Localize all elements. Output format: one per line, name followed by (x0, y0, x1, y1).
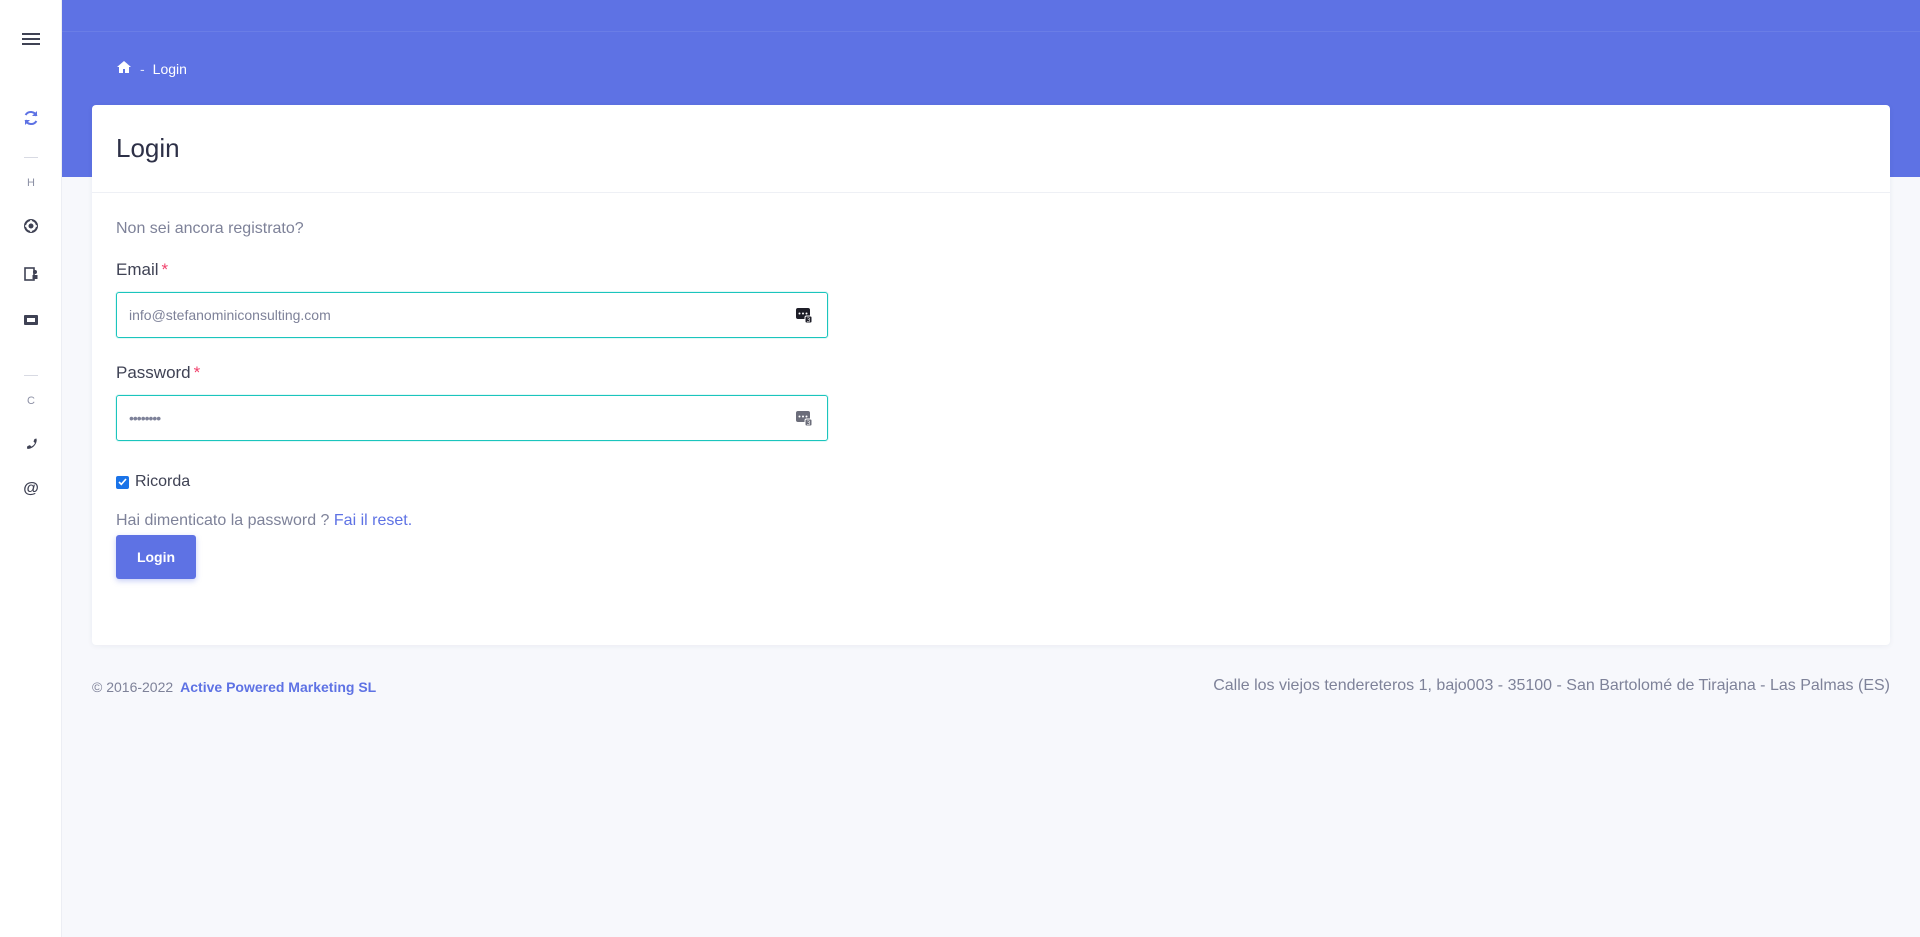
password-field[interactable] (117, 396, 757, 440)
reset-password-link[interactable]: Fai il reset. (334, 512, 412, 529)
email-label: Email * (116, 260, 168, 280)
header-divider (62, 31, 1920, 32)
svg-text:3: 3 (807, 420, 811, 427)
email-label-text: Email (116, 260, 159, 279)
password-label-text: Password (116, 363, 191, 382)
email-field[interactable] (117, 293, 757, 337)
menu-icon[interactable] (0, 28, 62, 50)
register-prompt[interactable]: Non sei ancora registrato? (116, 220, 304, 238)
password-manager-icon[interactable]: 3 (795, 306, 813, 324)
forgot-password-prompt: Hai dimenticato la password ? (116, 512, 330, 529)
ticket-icon[interactable] (0, 311, 62, 329)
sidebar-section-letter: H (27, 177, 35, 189)
copyright-text: © 2016-2022 (92, 679, 174, 695)
required-mark: * (193, 363, 201, 382)
lifebuoy-icon[interactable] (0, 217, 62, 235)
login-card: Login Non sei ancora registrato? Email * … (92, 105, 1890, 645)
sidebar-divider (24, 157, 38, 158)
password-field-wrapper: 3 (116, 395, 828, 441)
sidebar-section-letter: C (27, 395, 35, 407)
contact-card-icon[interactable] (0, 265, 62, 283)
remember-label: Ricorda (135, 473, 191, 490)
page-title: Login (116, 133, 180, 163)
footer-copyright: © 2016-2022 Active Powered Marketing SL (92, 679, 376, 695)
forgot-password-text: Hai dimenticato la password ? Fai il res… (116, 512, 412, 530)
card-header: Login (92, 105, 1890, 193)
login-button[interactable]: Login (116, 535, 196, 579)
home-icon[interactable] (116, 60, 132, 77)
footer-address: Calle los viejos tendereteros 1, bajo003… (1213, 677, 1890, 694)
svg-text:3: 3 (807, 317, 811, 324)
breadcrumb-current: Login (152, 60, 187, 77)
email-field-wrapper: 3 (116, 292, 828, 338)
sidebar-divider (24, 375, 38, 376)
company-link[interactable]: Active Powered Marketing SL (180, 679, 376, 695)
breadcrumb: - Login (116, 60, 187, 77)
password-manager-icon[interactable]: 3 (795, 409, 813, 427)
at-icon[interactable]: @ (0, 480, 62, 498)
sidebar: H C @ (0, 0, 62, 937)
phone-icon[interactable] (0, 434, 62, 452)
checkbox-checked-icon[interactable] (116, 475, 129, 489)
password-label: Password * (116, 363, 200, 383)
refresh-icon[interactable] (0, 108, 62, 128)
required-mark: * (161, 260, 169, 279)
breadcrumb-separator: - (140, 60, 145, 77)
remember-checkbox[interactable]: Ricorda (116, 473, 190, 491)
